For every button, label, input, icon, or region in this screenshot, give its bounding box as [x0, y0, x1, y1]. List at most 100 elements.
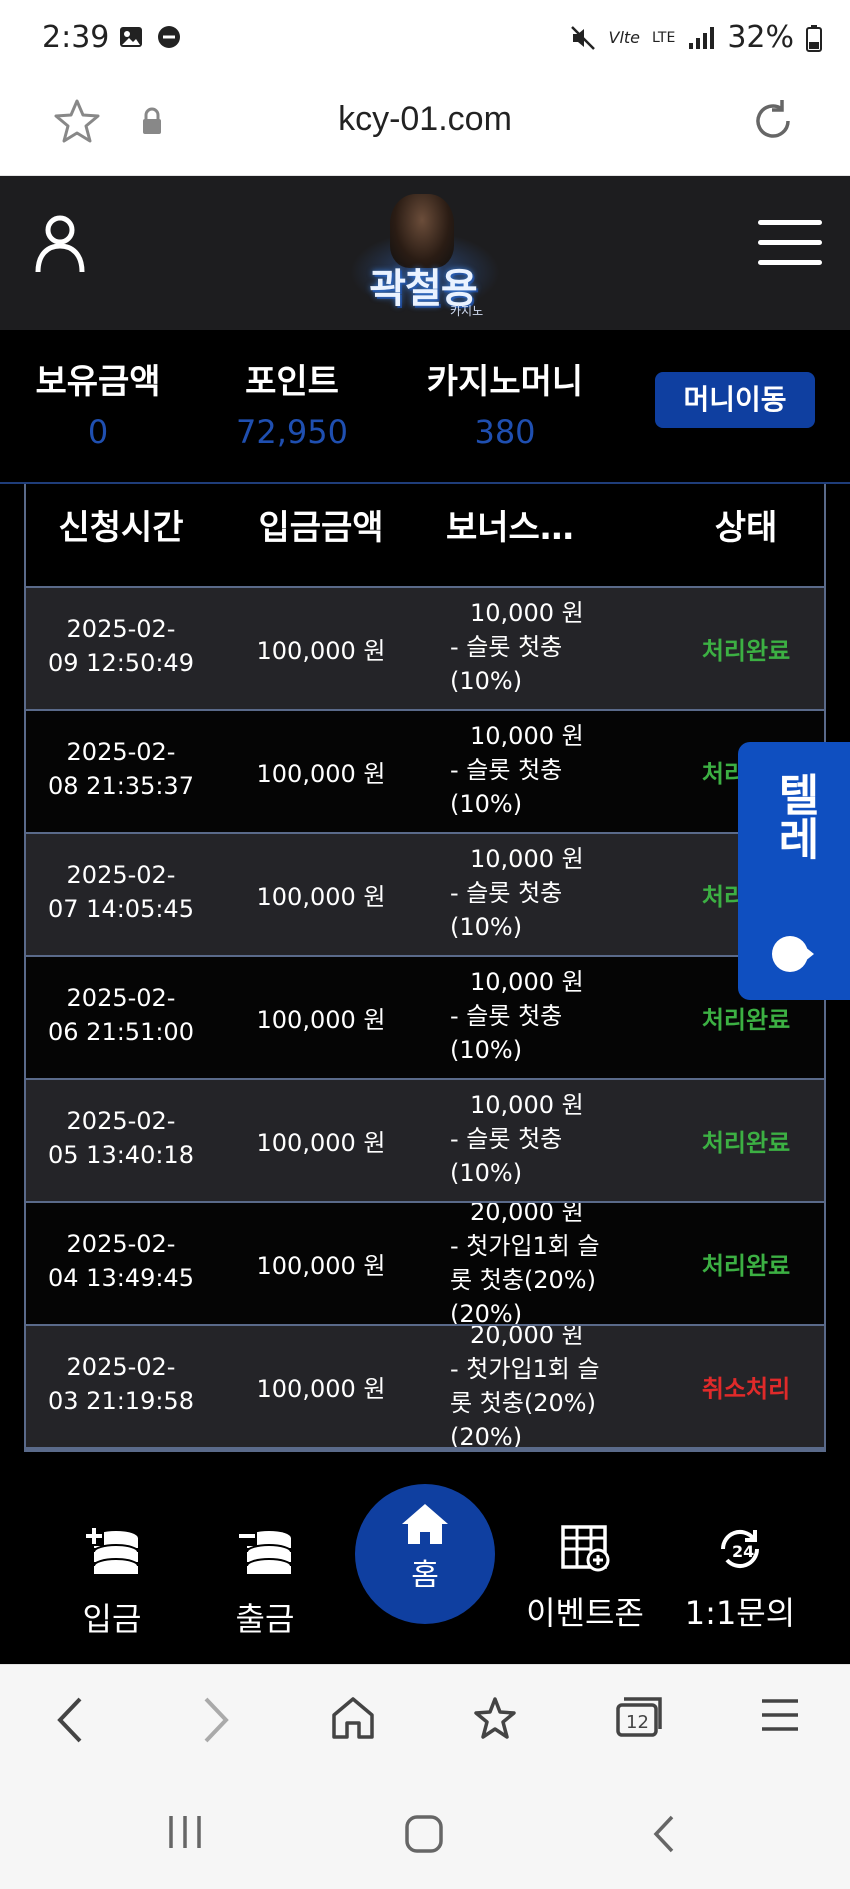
- bonus-amount: 10,000 원: [470, 599, 584, 627]
- bonus-desc: - 첫가입1회 슬: [450, 1355, 600, 1383]
- nav-home-label: 홈: [411, 1558, 439, 1593]
- cell-date: 2025-02-: [66, 1230, 176, 1258]
- cell-time: 2025-02- 08 21:35:37: [36, 735, 206, 803]
- bonus-amount: 10,000 원: [470, 1091, 584, 1119]
- browser-home-icon[interactable]: [330, 1695, 376, 1741]
- cell-clock: 03 21:19:58: [48, 1387, 194, 1415]
- deposit-table: 신청시간 입금금액 보너스… 상태 2025-02- 09 12:50:49 10…: [24, 484, 826, 1452]
- bonus-amount: 10,000 원: [470, 845, 584, 873]
- nav-withdraw[interactable]: 출금: [215, 1524, 315, 1640]
- nav-home[interactable]: 홈: [355, 1484, 495, 1624]
- deposit-history: 신청시간 입금금액 보너스… 상태 2025-02- 09 12:50:49 10…: [0, 484, 850, 1484]
- cell-date: 2025-02-: [66, 738, 176, 766]
- sys-back-icon[interactable]: [650, 1814, 678, 1854]
- nav-inquiry[interactable]: 24 1:1문의: [680, 1524, 800, 1634]
- header-status: 상태: [714, 508, 778, 548]
- screen: 2:39 Vlte LTE 32% kcy-01.com 곽철용 카지노 보유금…: [0, 0, 850, 1889]
- bonus-rate: (20%): [450, 1300, 523, 1326]
- cell-amount: 100,000 원: [256, 883, 386, 911]
- deposit-icon: [84, 1526, 139, 1574]
- bonus-desc: - 슬롯 첫충: [450, 1002, 563, 1030]
- svg-text:12: 12: [626, 1712, 649, 1733]
- status-badge: 처리완료: [701, 1252, 791, 1280]
- dnd-icon: [158, 26, 180, 48]
- back-icon[interactable]: [52, 1695, 88, 1745]
- signal-icon: [689, 26, 715, 49]
- holding-value: 0: [87, 413, 109, 451]
- cell-bonus: 20,000 원 - 첫가입1회 슬롯 첫충(20%) (20%): [450, 1326, 630, 1449]
- cell-clock: 05 13:40:18: [48, 1141, 194, 1169]
- bonus-rate: (20%): [450, 1423, 523, 1449]
- site-logo[interactable]: 곽철용 카지노: [340, 192, 510, 318]
- mute-icon: [570, 25, 595, 50]
- casino-label: 카지노머니: [426, 362, 584, 402]
- bonus-desc-2: 롯 첫충(20%): [450, 1389, 596, 1417]
- menu-icon[interactable]: [758, 220, 822, 268]
- cell-bonus: 10,000 원 - 슬롯 첫충 (10%): [450, 1088, 630, 1190]
- nav-event[interactable]: 이벤트존: [520, 1524, 650, 1634]
- bonus-amount: 10,000 원: [470, 968, 584, 996]
- holding-label: 보유금액: [35, 362, 161, 402]
- header-amount: 입금금액: [258, 508, 384, 548]
- gallery-icon: [120, 27, 142, 47]
- forward-icon[interactable]: [198, 1695, 234, 1745]
- status-badge: 처리완료: [701, 1006, 791, 1034]
- menu-line: [758, 240, 822, 245]
- cell-time: 2025-02- 03 21:19:58: [36, 1350, 206, 1418]
- bonus-amount: 20,000 원: [470, 1203, 584, 1226]
- cell-bonus: 10,000 원 - 슬롯 첫충 (10%): [450, 596, 630, 698]
- svg-text:24: 24: [732, 1542, 754, 1561]
- bonus-desc: - 첫가입1회 슬: [450, 1232, 600, 1260]
- table-header: 신청시간 입금금액 보너스… 상태: [26, 484, 824, 588]
- table-row[interactable]: 2025-02- 06 21:51:00 100,000 원 10,000 원 - …: [26, 957, 824, 1080]
- bookmark-star-icon[interactable]: [470, 1695, 520, 1743]
- telegram-side-tab[interactable]: 텔레: [738, 742, 850, 1000]
- address-bar: kcy-01.com: [0, 78, 850, 176]
- table-row[interactable]: 2025-02- 07 14:05:45 100,000 원 10,000 원 - …: [26, 834, 824, 957]
- status-time: 2:39: [42, 20, 110, 55]
- status-badge: 취소처리: [701, 1375, 791, 1403]
- cell-amount: 100,000 원: [256, 1006, 386, 1034]
- tabs-icon[interactable]: 12: [614, 1695, 664, 1739]
- money-transfer-button[interactable]: 머니이동: [655, 372, 815, 428]
- cell-amount: 100,000 원: [256, 760, 386, 788]
- url-field[interactable]: kcy-01.com: [0, 100, 850, 139]
- browser-menu-icon[interactable]: [760, 1695, 800, 1735]
- cell-clock: 09 12:50:49: [48, 649, 194, 677]
- cell-time: 2025-02- 07 14:05:45: [36, 858, 206, 926]
- cell-bonus: 10,000 원 - 슬롯 첫충 (10%): [450, 965, 630, 1067]
- table-row[interactable]: 2025-02- 04 13:49:45 100,000 원 20,000 원 - …: [26, 1203, 824, 1326]
- menu-line: [758, 220, 822, 225]
- volte-label: Vlte: [608, 28, 641, 47]
- user-icon[interactable]: [34, 214, 86, 276]
- cell-amount: 100,000 원: [256, 1252, 386, 1280]
- bonus-desc: - 슬롯 첫충: [450, 1125, 563, 1153]
- cell-clock: 04 13:49:45: [48, 1264, 194, 1292]
- cell-date: 2025-02-: [66, 861, 176, 889]
- cell-time: 2025-02- 06 21:51:00: [36, 981, 206, 1049]
- recents-icon[interactable]: [165, 1814, 205, 1850]
- cell-amount: 100,000 원: [256, 1129, 386, 1157]
- holding-balance: 보유금액 0: [28, 354, 168, 451]
- network-label: LTE: [652, 29, 676, 46]
- cell-date: 2025-02-: [66, 1107, 176, 1135]
- cell-date: 2025-02-: [66, 1353, 176, 1381]
- nav-inquiry-label: 1:1문의: [684, 1594, 796, 1632]
- table-row[interactable]: 2025-02- 03 21:19:58 100,000 원 20,000 원 - …: [26, 1326, 824, 1449]
- point-balance: 포인트 72,950: [222, 354, 362, 451]
- header-bonus: 보너스…: [446, 508, 574, 548]
- status-left-icons: [118, 24, 182, 50]
- sys-home-icon[interactable]: [404, 1814, 444, 1854]
- nav-deposit-label: 입금: [82, 1600, 142, 1638]
- point-label: 포인트: [245, 362, 339, 402]
- nav-deposit[interactable]: 입금: [62, 1524, 162, 1640]
- bonus-rate: (10%): [450, 1036, 523, 1064]
- cell-bonus: 10,000 원 - 슬롯 첫충 (10%): [450, 719, 630, 821]
- table-row[interactable]: 2025-02- 09 12:50:49 100,000 원 10,000 원 - …: [26, 588, 824, 711]
- bonus-amount: 10,000 원: [470, 722, 584, 750]
- menu-line: [758, 260, 822, 265]
- casino-value: 380: [474, 413, 536, 451]
- table-row[interactable]: 2025-02- 05 13:40:18 100,000 원 10,000 원 - …: [26, 1080, 824, 1203]
- reload-icon[interactable]: [748, 96, 798, 146]
- table-row[interactable]: 2025-02- 08 21:35:37 100,000 원 10,000 원 - …: [26, 711, 824, 834]
